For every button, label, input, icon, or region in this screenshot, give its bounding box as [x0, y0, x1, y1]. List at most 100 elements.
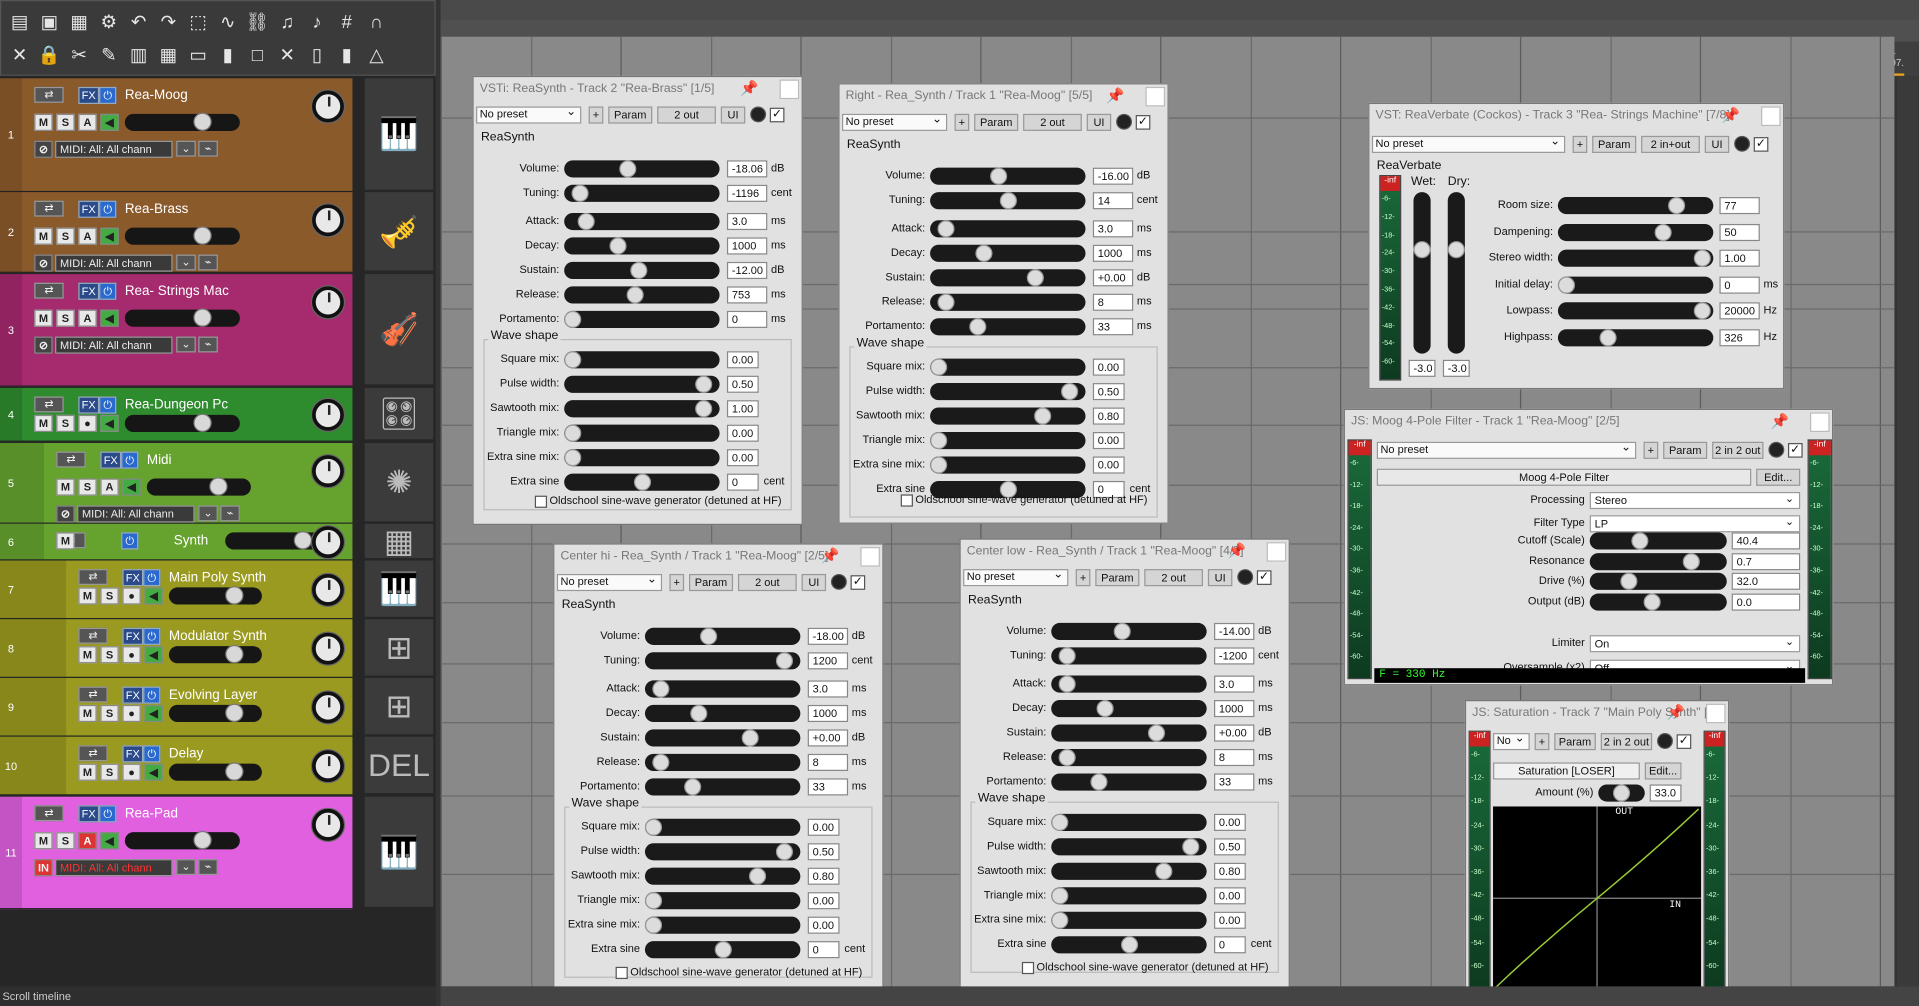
slider-thumb[interactable] — [1668, 197, 1686, 215]
slider-thumb[interactable] — [1033, 407, 1051, 425]
volume-slider[interactable] — [146, 477, 251, 496]
io-button[interactable]: 2 out — [657, 106, 716, 124]
reasynth-window[interactable]: VSTi: ReaSynth - Track 2 "Rea-Brass" [1/… — [472, 75, 803, 526]
volume-thumb[interactable] — [224, 586, 244, 605]
preset-dropdown[interactable]: No preset — [963, 569, 1069, 587]
fx-power-icon[interactable]: ⏻ — [143, 569, 161, 587]
mute-button[interactable]: M — [34, 414, 53, 433]
wet-knob[interactable] — [830, 573, 847, 590]
input-dropdown-icon[interactable]: ⌄ — [176, 859, 196, 876]
horizontal-scrollbar[interactable] — [440, 986, 1919, 1006]
preset-dropdown[interactable]: No preset — [841, 113, 948, 131]
wave-value[interactable]: 0 — [807, 941, 840, 959]
media-icon[interactable]: ▮ — [214, 42, 241, 69]
wet-knob[interactable] — [1768, 441, 1785, 458]
add-preset-button[interactable]: + — [1075, 569, 1091, 587]
track-name[interactable]: Evolving Layer — [169, 688, 309, 703]
wave-slider[interactable] — [564, 351, 720, 369]
slider-thumb[interactable] — [1096, 700, 1115, 718]
fx-button[interactable]: FX — [100, 451, 122, 469]
slider-thumb[interactable] — [1058, 748, 1076, 767]
link-icon[interactable]: ⛓ — [244, 9, 271, 36]
pan-knob[interactable] — [312, 455, 344, 488]
io-button[interactable]: 2 out — [737, 573, 797, 592]
wet-knob[interactable] — [1237, 569, 1254, 585]
fx-button[interactable]: FX — [78, 200, 100, 218]
wave-value[interactable]: 0.50 — [1214, 838, 1246, 856]
close-button[interactable] — [1810, 412, 1830, 433]
param-slider[interactable] — [644, 704, 801, 723]
track-row[interactable]: 3 ⇄ FX ⏻ Rea- Strings Mac M S A ◀ ⊘ MIDI: All: All… — [0, 274, 353, 387]
arm-button[interactable]: A — [100, 478, 119, 496]
arm-button[interactable]: A — [78, 227, 97, 245]
close-button[interactable] — [860, 547, 880, 567]
slider-thumb[interactable] — [1148, 724, 1166, 742]
param-value[interactable]: 77 — [1719, 197, 1760, 215]
param-value[interactable]: -14.00 — [1214, 622, 1255, 641]
param-value[interactable]: 1000 — [1214, 700, 1255, 718]
slider-thumb[interactable] — [630, 261, 648, 280]
param-slider[interactable] — [930, 293, 1086, 311]
param-button[interactable]: Param — [1663, 441, 1708, 459]
route-button[interactable]: ⇄ — [34, 805, 64, 822]
param-value[interactable]: 3.0 — [1214, 675, 1255, 693]
add-preset-button[interactable]: + — [588, 106, 604, 124]
fx-button[interactable]: FX — [78, 282, 100, 300]
wet-knob[interactable] — [1657, 733, 1673, 749]
track-name[interactable]: Midi — [147, 453, 309, 468]
param-slider[interactable] — [1557, 328, 1714, 346]
wave-slider[interactable] — [564, 375, 720, 393]
param-slider[interactable] — [1051, 748, 1207, 767]
slider-thumb[interactable] — [1061, 383, 1079, 401]
track-row[interactable]: 4 ⇄ FX ⏻ Rea-Dungeon Pc M S ● ◀ — [0, 387, 353, 442]
param-slider[interactable] — [1051, 773, 1207, 791]
volume-thumb[interactable] — [209, 477, 228, 496]
slider-thumb[interactable] — [1051, 813, 1069, 831]
param-button[interactable]: Param — [974, 113, 1019, 131]
param-value[interactable]: 3.0 — [807, 680, 849, 698]
param-value[interactable]: 14 — [1092, 192, 1134, 210]
settings-icon[interactable]: ⚙ — [95, 9, 122, 36]
track-row[interactable]: 7 ⇄ FX ⏻ Main Poly Synth M S ● ◀ — [0, 560, 353, 620]
monitor-icon[interactable]: ◀ — [100, 227, 119, 245]
fader-thumb[interactable] — [1447, 241, 1465, 259]
arm-button[interactable]: A — [78, 113, 97, 131]
slider-thumb[interactable] — [776, 843, 794, 861]
wave-value[interactable]: 0.00 — [807, 892, 840, 910]
input-icon[interactable]: ⊘ — [34, 140, 53, 158]
save-icon[interactable]: ▦ — [66, 9, 93, 36]
input-dropdown-icon[interactable]: ⌄ — [176, 140, 196, 157]
slider-thumb[interactable] — [999, 192, 1017, 210]
param-value[interactable]: 40.4 — [1731, 532, 1801, 550]
param-dropdown[interactable]: Stereo — [1589, 491, 1801, 510]
arm-button[interactable]: ● — [122, 704, 141, 723]
fx-button[interactable]: FX — [78, 805, 100, 823]
route-button[interactable]: ⇄ — [78, 627, 108, 644]
snap-magnet-icon[interactable]: ∩ — [363, 9, 390, 36]
arm-button[interactable]: ● — [122, 587, 141, 605]
param-slider[interactable] — [1051, 724, 1207, 742]
io-button[interactable]: 2 out — [1023, 113, 1082, 131]
slider-thumb[interactable] — [651, 753, 669, 771]
slider-thumb[interactable] — [609, 237, 627, 255]
slider-thumb[interactable] — [690, 704, 708, 723]
wave-value[interactable]: 0.00 — [726, 351, 759, 369]
slider-thumb[interactable] — [1058, 647, 1076, 665]
arm-button[interactable]: A — [78, 309, 97, 327]
envelope-lock-icon[interactable]: ♪ — [304, 9, 331, 36]
pan-knob[interactable] — [312, 750, 344, 783]
track-row[interactable]: 6⇄FX⏻SynthM — [0, 523, 353, 561]
wave-value[interactable]: 0.00 — [1092, 358, 1125, 376]
volume-thumb[interactable] — [193, 830, 213, 850]
volume-thumb[interactable] — [293, 531, 313, 550]
wave-slider[interactable] — [930, 358, 1086, 376]
ui-button[interactable]: UI — [801, 573, 827, 592]
track-name[interactable]: Rea-Dungeon Pc — [125, 398, 309, 413]
solo-button[interactable]: S — [78, 478, 97, 496]
bypass-checkbox[interactable]: ✓ — [1256, 570, 1272, 585]
automation-icon[interactable]: ⌁ — [198, 140, 218, 157]
mute-button[interactable]: M — [34, 832, 53, 850]
slider-thumb[interactable] — [683, 778, 701, 796]
pan-knob[interactable] — [312, 691, 344, 724]
pin-icon[interactable]: 📌 — [1771, 412, 1789, 429]
